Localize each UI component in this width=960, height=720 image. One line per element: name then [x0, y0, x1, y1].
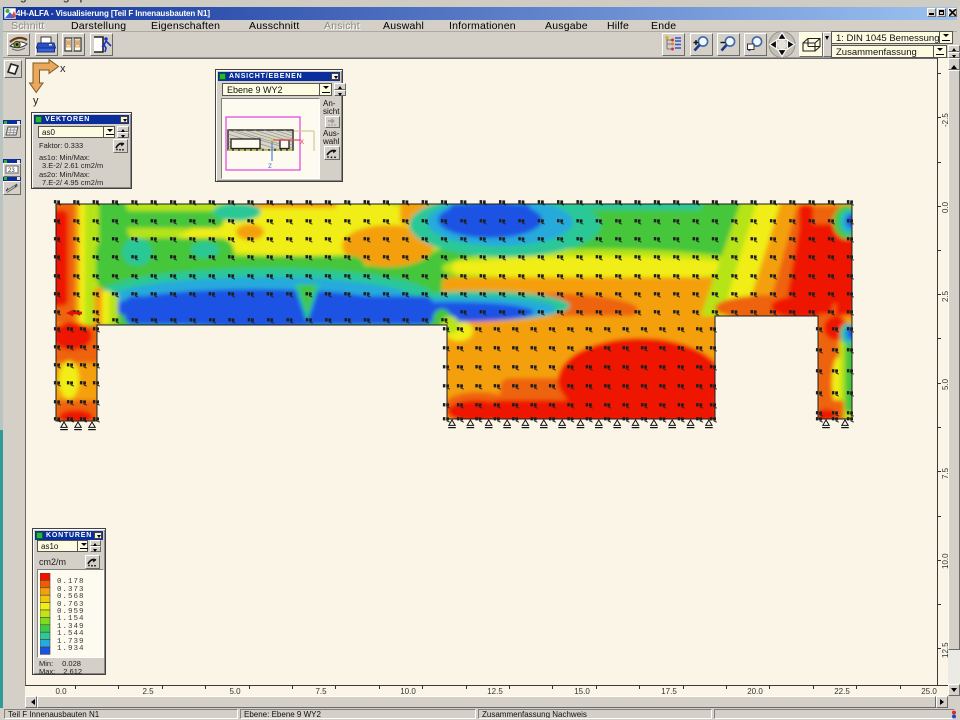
- svg-text:z: z: [268, 161, 272, 170]
- svg-text:x: x: [300, 137, 304, 146]
- svg-text:23: 23: [8, 168, 15, 174]
- svg-text:y: y: [33, 95, 39, 107]
- svg-text:x: x: [60, 63, 66, 75]
